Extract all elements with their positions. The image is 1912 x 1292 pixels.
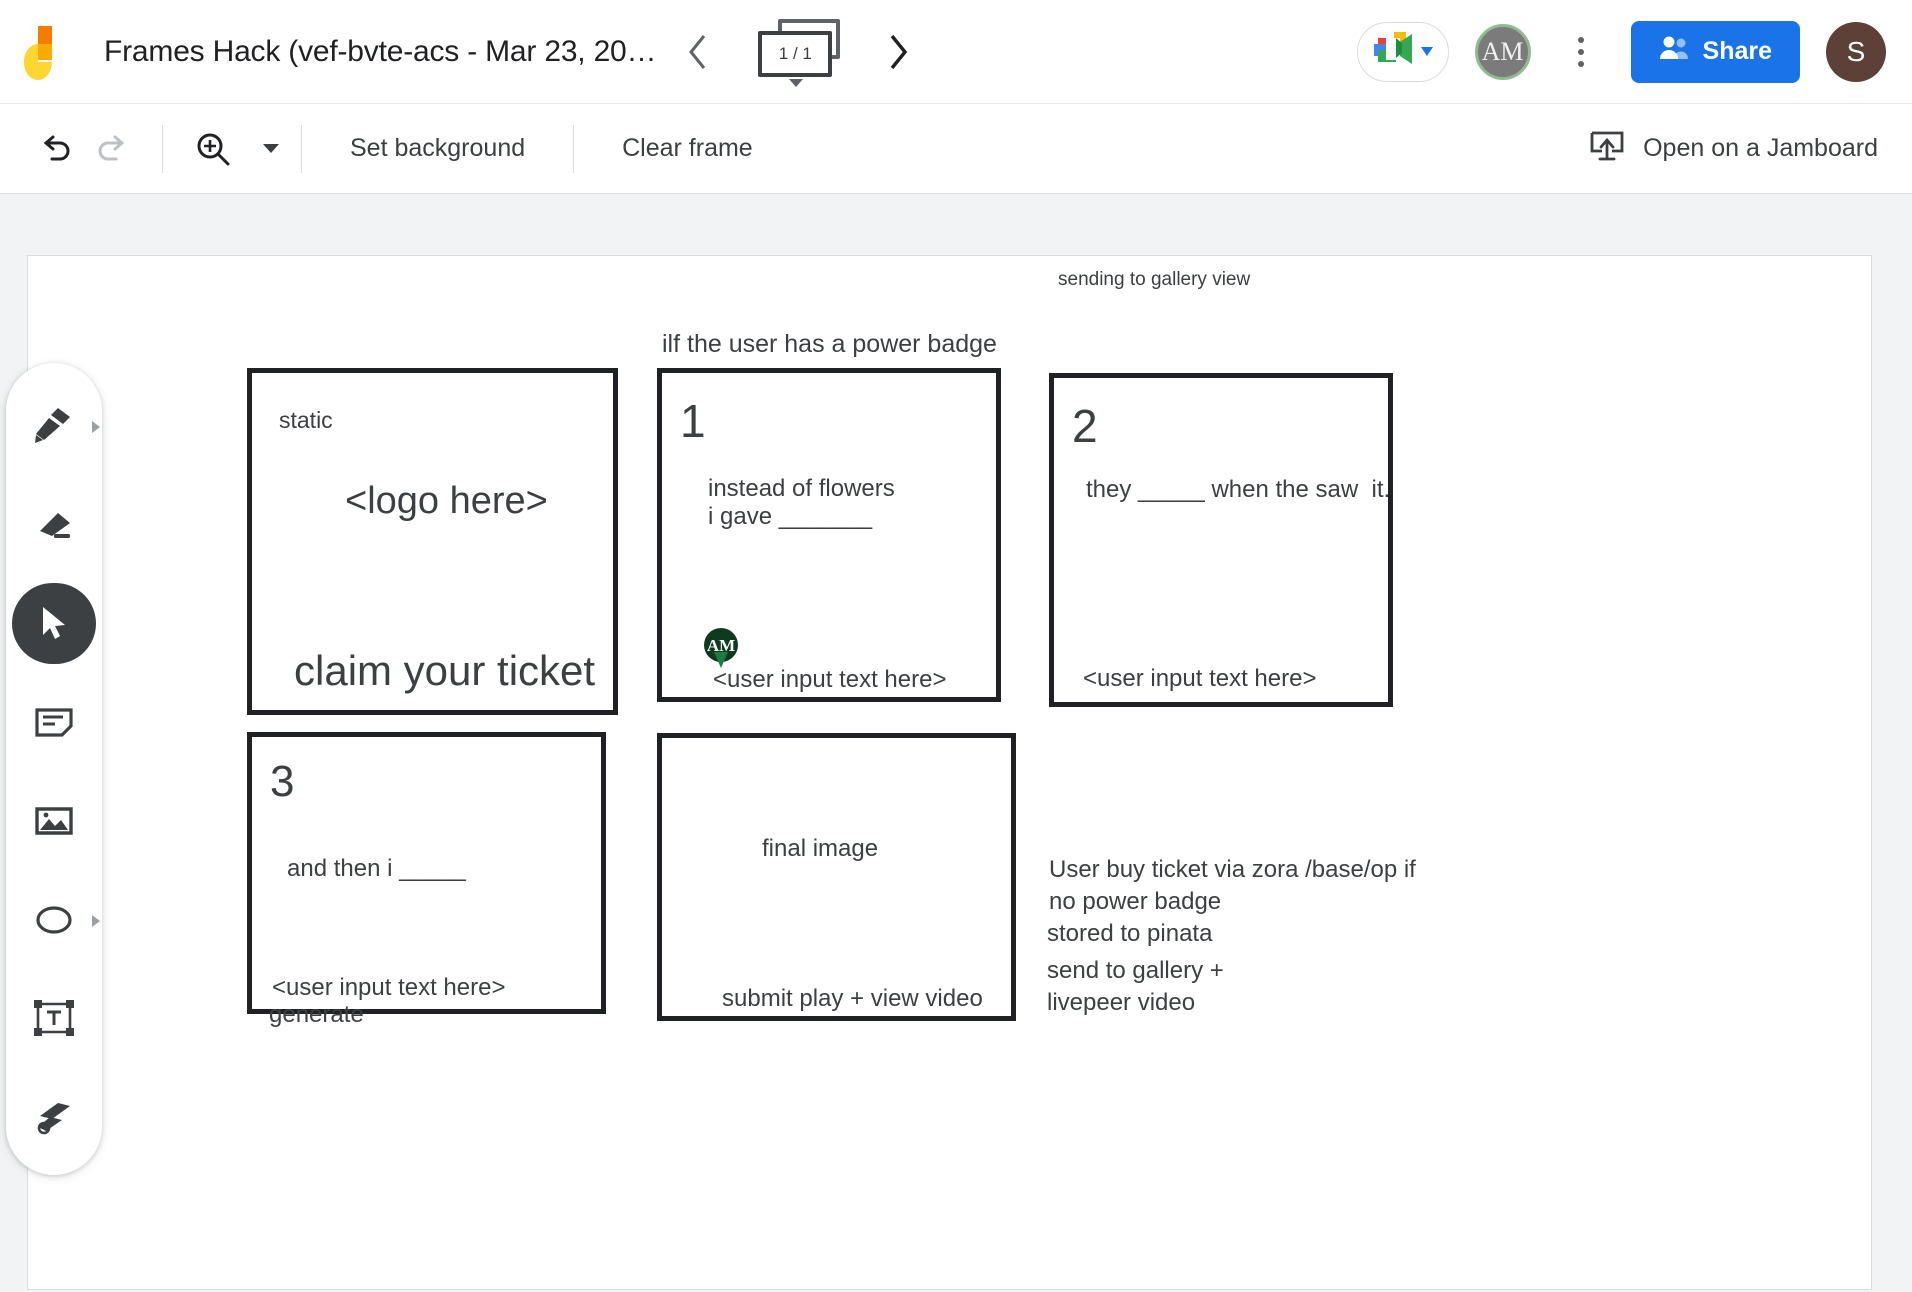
chevron-right-icon[interactable] — [92, 914, 100, 927]
toolbar-divider — [573, 124, 575, 173]
note-power-badge[interactable]: ilf the user has a power badge — [662, 328, 997, 361]
person-add-icon — [1659, 35, 1689, 68]
toolbar-divider — [301, 124, 302, 173]
account-avatar[interactable]: S — [1826, 21, 1886, 82]
frame-two-line1[interactable]: they _____ when the saw it. — [1086, 474, 1390, 506]
set-background-button[interactable]: Set background — [324, 134, 551, 163]
frame-card-static[interactable]: static <logo here> claim your ticket — [247, 368, 618, 715]
collaborator-avatar[interactable]: AM — [1474, 23, 1531, 80]
frame-counter-label: 1 / 1 — [758, 30, 833, 77]
frame-three-line1[interactable]: and then i _____ — [287, 853, 466, 885]
jamboard-logo-icon — [22, 24, 70, 80]
select-tool[interactable] — [12, 582, 96, 665]
edit-toolbar: Set background Clear frame Open on a Jam… — [0, 103, 1912, 194]
jam-canvas[interactable]: sending to gallery view ilf the user has… — [27, 255, 1872, 1290]
collaborator-initials: AM — [1481, 36, 1524, 66]
frame-counter[interactable]: 1 / 1 — [752, 15, 848, 89]
share-button[interactable]: Share — [1630, 20, 1800, 83]
google-meet-button[interactable] — [1356, 21, 1449, 82]
cast-upload-icon — [1589, 129, 1625, 168]
frame-one-line2[interactable]: i gave _______ — [708, 501, 872, 533]
frame-two-user-input-placeholder[interactable]: <user input text here> — [1083, 663, 1316, 695]
note-send-to-gallery[interactable]: send to gallery + livepeer video — [1047, 955, 1224, 1018]
chevron-down-icon[interactable] — [1421, 47, 1434, 56]
frame-two-number[interactable]: 2 — [1072, 396, 1098, 457]
laser-tool[interactable] — [12, 1076, 96, 1158]
frame-final-title[interactable]: final image — [762, 833, 878, 865]
frame-one-user-input-placeholder[interactable]: <user input text here> — [713, 664, 946, 696]
chevron-down-icon[interactable] — [263, 144, 279, 153]
shape-tool[interactable] — [12, 879, 100, 961]
open-on-jamboard-label: Open on a Jamboard — [1643, 134, 1878, 162]
pin-initials: AM — [706, 635, 736, 655]
note-stored-to-pinata[interactable]: stored to pinata — [1047, 918, 1212, 950]
canvas-stage[interactable]: sending to gallery view ilf the user has… — [0, 194, 1912, 1292]
undo-icon[interactable] — [28, 121, 84, 177]
frame-card-three[interactable]: 3 and then i _____ <user input text here… — [247, 732, 606, 1028]
google-meet-icon — [1372, 30, 1416, 73]
frame-one-number[interactable]: 1 — [680, 391, 706, 452]
frame-card-one[interactable]: 1 instead of flowers i gave _______ AM <… — [657, 368, 1001, 702]
zoom-in-icon[interactable] — [185, 121, 241, 177]
frame-one-line1[interactable]: instead of flowers — [708, 473, 895, 505]
chevron-right-icon[interactable] — [92, 421, 100, 433]
pen-tool[interactable] — [12, 385, 100, 467]
note-buy-ticket[interactable]: User buy ticket via zora /base/op if no … — [1049, 854, 1416, 917]
frame-three-action[interactable]: generate — [269, 999, 364, 1031]
app-header: Frames Hack (vef-bvte-acs - Mar 23, 20… … — [0, 0, 1912, 103]
sticky-note-tool[interactable] — [12, 681, 96, 763]
frame-card-final[interactable]: final image submit play + view video — [657, 733, 1016, 1021]
frame-static-cta[interactable]: claim your ticket — [294, 643, 595, 698]
redo-icon[interactable] — [84, 121, 140, 177]
chevron-down-icon[interactable] — [789, 78, 804, 87]
frame-static-label[interactable]: static — [279, 405, 333, 435]
image-tool[interactable] — [12, 780, 96, 862]
open-on-jamboard-button[interactable]: Open on a Jamboard — [1589, 129, 1878, 168]
frame-card-two[interactable]: 2 they _____ when the saw it. <user inpu… — [1049, 373, 1393, 707]
chevron-left-icon[interactable] — [674, 28, 722, 76]
toolbar-divider — [162, 124, 163, 173]
header-actions: AM Share S — [1356, 20, 1912, 83]
chevron-right-icon[interactable] — [874, 28, 922, 76]
tool-rail — [6, 363, 102, 1175]
text-box-tool[interactable] — [12, 978, 96, 1060]
eraser-tool[interactable] — [12, 484, 96, 566]
note-sending-to-gallery[interactable]: sending to gallery view — [1058, 267, 1250, 292]
account-initial: S — [1846, 35, 1866, 67]
frame-final-action[interactable]: submit play + view video — [722, 983, 983, 1015]
frame-static-logo-placeholder[interactable]: <logo here> — [345, 476, 548, 526]
share-button-label: Share — [1702, 37, 1772, 65]
frame-three-number[interactable]: 3 — [270, 753, 294, 811]
clear-frame-button[interactable]: Clear frame — [596, 134, 779, 163]
document-title[interactable]: Frames Hack (vef-bvte-acs - Mar 23, 20… — [104, 35, 656, 69]
kebab-menu-icon[interactable] — [1557, 24, 1605, 80]
